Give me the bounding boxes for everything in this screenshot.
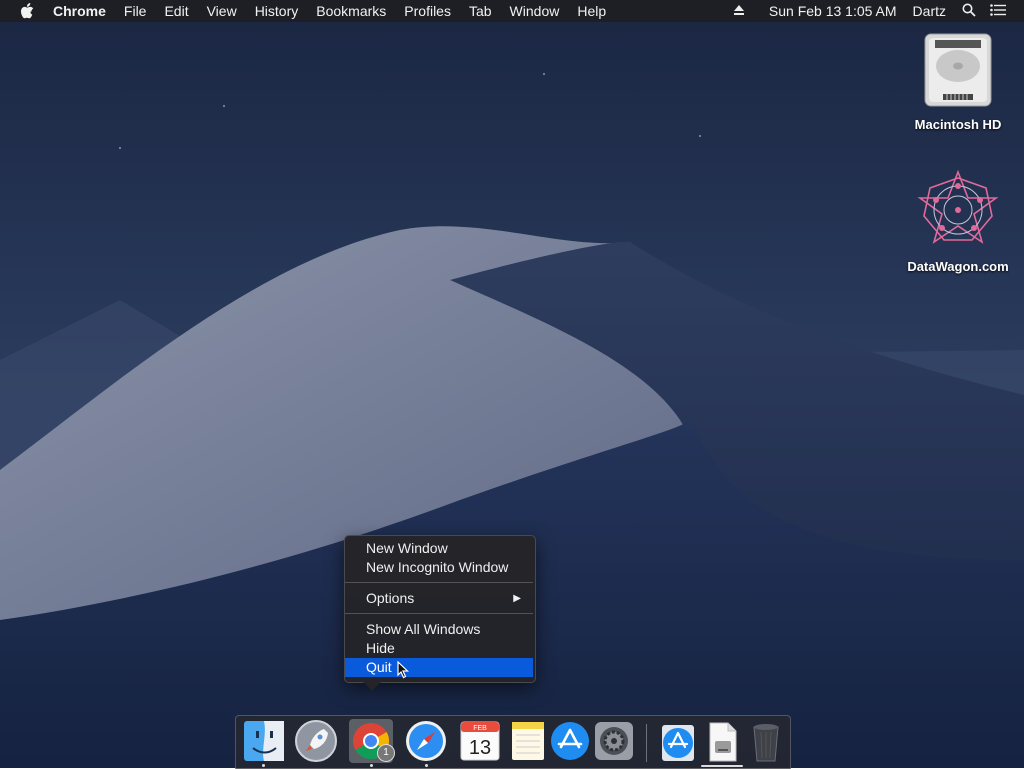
menu-bookmarks[interactable]: Bookmarks — [307, 0, 395, 22]
dock-app-system-preferences[interactable] — [592, 719, 636, 763]
safari-icon — [406, 721, 446, 761]
eject-icon[interactable] — [733, 3, 745, 19]
dock-app-safari[interactable] — [404, 719, 448, 763]
app-store-icon — [551, 722, 589, 760]
dock-context-menu: New Window New Incognito Window Options … — [344, 535, 536, 691]
dock-app-app-store[interactable] — [548, 719, 592, 763]
menu-item-hide[interactable]: Hide — [345, 639, 533, 658]
running-indicator — [370, 764, 373, 767]
menu-item-new-incognito-window[interactable]: New Incognito Window — [345, 558, 533, 577]
menu-view[interactable]: View — [198, 0, 246, 22]
notification-center-icon[interactable] — [990, 3, 1006, 19]
running-indicator — [425, 764, 428, 767]
menu-separator — [345, 582, 533, 583]
desktop-icon-macintosh-hd[interactable]: Macintosh HD — [903, 32, 1013, 132]
notes-icon — [512, 722, 544, 760]
dock-app-notes[interactable] — [506, 719, 550, 763]
menu-pointer-tail — [363, 682, 381, 691]
dock-stack-downloads[interactable] — [656, 719, 700, 763]
menu-item-show-all-windows[interactable]: Show All Windows — [345, 620, 533, 639]
datawagon-logo-icon — [903, 168, 1013, 255]
dock-app-trash[interactable] — [744, 719, 788, 763]
menu-profiles[interactable]: Profiles — [395, 0, 460, 22]
running-indicator — [262, 764, 265, 767]
menu-clock[interactable]: Sun Feb 13 1:05 AM — [769, 3, 897, 19]
dock-app-chrome[interactable]: 1 — [349, 719, 395, 763]
dock-divider — [646, 724, 647, 762]
calendar-day: 13 — [469, 737, 491, 759]
dock-app-launchpad[interactable] — [294, 719, 338, 763]
finder-icon — [244, 721, 284, 761]
system-preferences-icon — [595, 722, 633, 760]
menu-item-quit[interactable]: Quit — [345, 658, 533, 677]
trash-icon — [753, 724, 779, 762]
dock-app-finder[interactable] — [242, 719, 286, 763]
document-icon — [709, 722, 737, 762]
menu-tab[interactable]: Tab — [460, 0, 501, 22]
calendar-icon: FEB 13 — [460, 721, 500, 761]
chrome-badge: 1 — [377, 744, 395, 762]
menu-history[interactable]: History — [246, 0, 308, 22]
desktop-icon-label: Macintosh HD — [914, 117, 1002, 132]
menu-window[interactable]: Window — [501, 0, 569, 22]
desktop-icon-label: DataWagon.com — [907, 259, 1009, 274]
menu-bar: Chrome File Edit View History Bookmarks … — [0, 0, 1024, 22]
menu-app-name[interactable]: Chrome — [44, 0, 115, 22]
menu-file[interactable]: File — [115, 0, 156, 22]
menu-user[interactable]: Dartz — [913, 3, 946, 19]
dock-app-calendar[interactable]: FEB 13 — [458, 719, 502, 763]
hard-drive-icon — [903, 32, 1013, 113]
stack-indicator — [701, 765, 743, 767]
menu-item-new-window[interactable]: New Window — [345, 539, 533, 558]
spotlight-search-icon[interactable] — [962, 3, 976, 20]
desktop-icon-datawagon[interactable]: DataWagon.com — [903, 168, 1013, 274]
apple-menu-icon[interactable] — [16, 3, 38, 19]
mouse-pointer-icon — [397, 661, 409, 679]
dock-item-document[interactable] — [700, 719, 744, 763]
launchpad-icon — [295, 720, 337, 762]
menu-item-label: Options — [366, 590, 415, 606]
menu-separator — [345, 613, 533, 614]
menu-help[interactable]: Help — [568, 0, 615, 22]
menu-item-options[interactable]: Options ▶ — [345, 589, 533, 608]
calendar-month: FEB — [473, 725, 487, 732]
submenu-arrow-icon: ▶ — [513, 593, 521, 604]
downloads-stack-icon — [662, 725, 694, 761]
dock: 1 FEB 13 — [235, 715, 791, 769]
menu-edit[interactable]: Edit — [155, 0, 197, 22]
